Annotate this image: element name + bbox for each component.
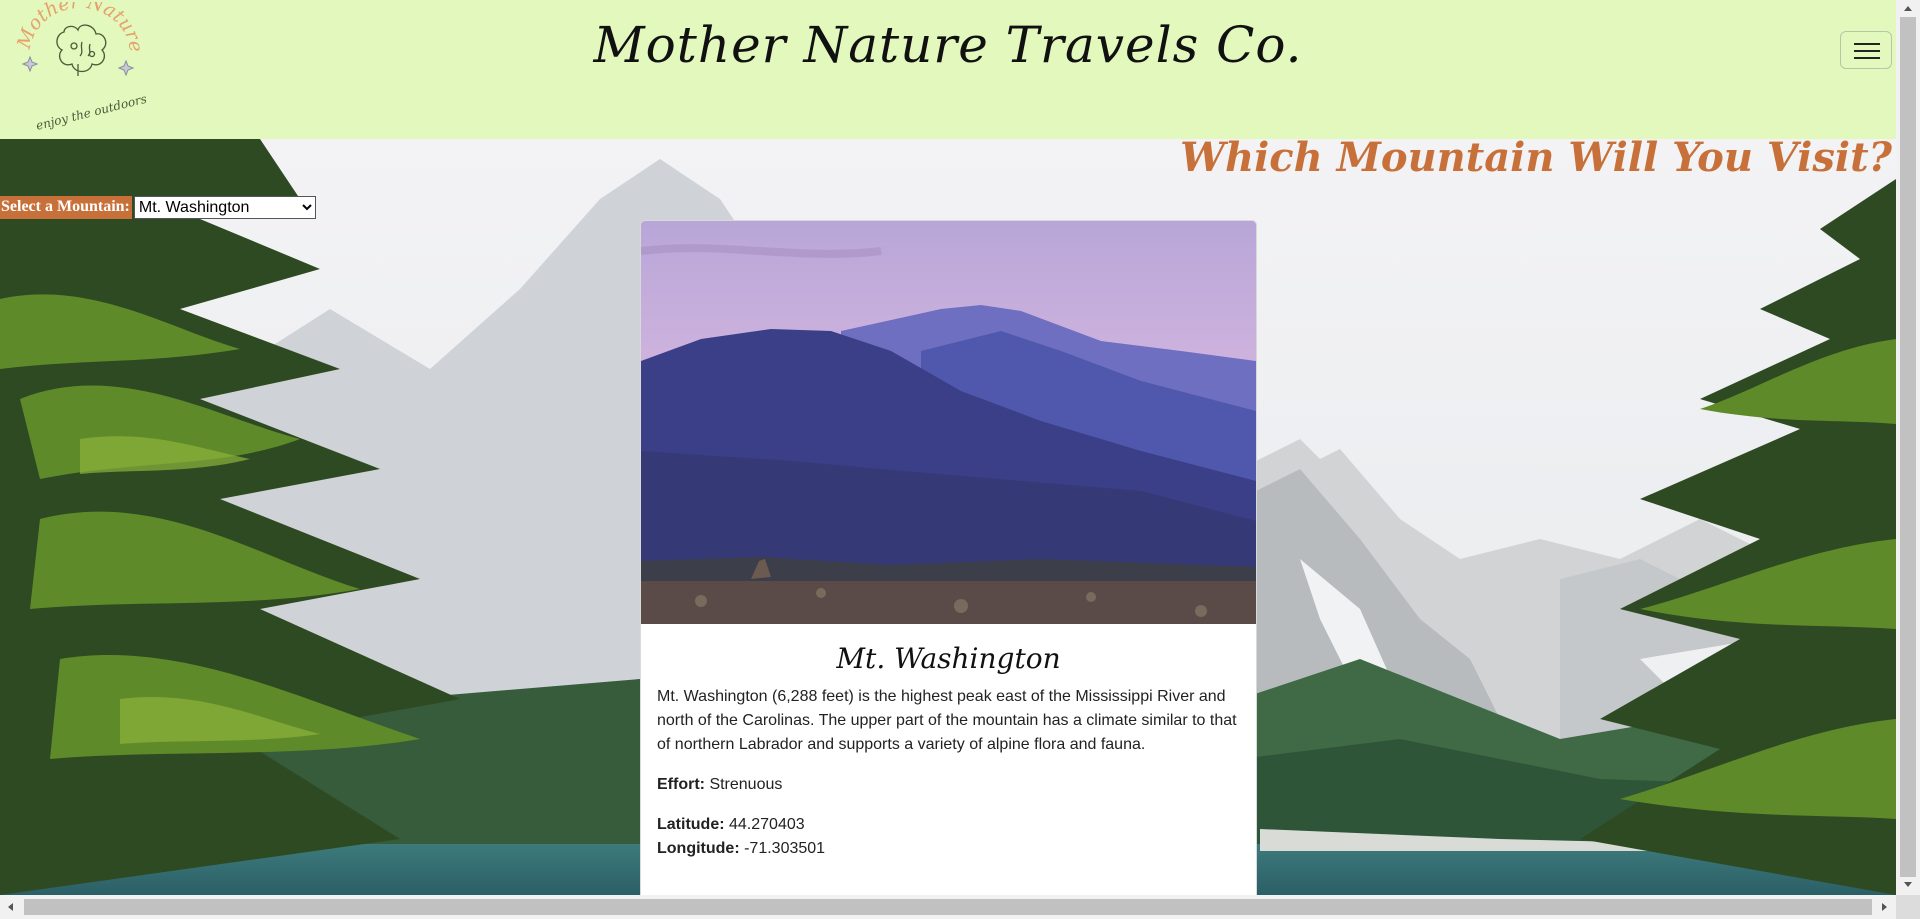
effort-label: Effort:: [657, 776, 705, 793]
scrollbar-corner: [1896, 895, 1920, 919]
latitude-row: Latitude: 44.270403: [657, 813, 1240, 837]
horizontal-scrollbar[interactable]: [0, 895, 1896, 919]
effort-value: Strenuous: [709, 776, 783, 793]
select-mountain-label: Select a Mountain:: [0, 196, 132, 219]
vertical-scrollbar[interactable]: [1896, 0, 1920, 895]
site-title: Mother Nature Travels Co.: [593, 16, 1303, 74]
hamburger-icon: [1854, 43, 1880, 45]
longitude-label: Longitude:: [657, 840, 740, 857]
longitude-row: Longitude: -71.303501: [657, 837, 1240, 861]
longitude-value: -71.303501: [744, 840, 826, 857]
latitude-value: 44.270403: [729, 816, 805, 833]
scroll-up-icon[interactable]: [1904, 6, 1912, 11]
effort-row: Effort: Strenuous: [657, 773, 1240, 797]
scroll-left-icon[interactable]: [8, 903, 13, 911]
page-heading: Which Mountain Will You Visit?: [1180, 134, 1892, 181]
scroll-right-icon[interactable]: [1882, 903, 1887, 911]
mountain-selector: Select a Mountain: Mt. Washington: [0, 196, 316, 219]
card-description: Mt. Washington (6,288 feet) is the highe…: [657, 688, 1237, 753]
hamburger-icon-bar: [1854, 50, 1880, 52]
card-body: Mt. Washington (6,288 feet) is the highe…: [641, 685, 1256, 861]
mountain-card: Mt. Washington Mt. Washington (6,288 fee…: [640, 220, 1257, 912]
card-title: Mt. Washington: [836, 642, 1061, 675]
vertical-scroll-thumb[interactable]: [1900, 17, 1916, 877]
nav-toggle-button[interactable]: [1840, 31, 1892, 69]
mountain-photo: [641, 221, 1256, 624]
site-header: Mother Nature enjoy the outdoors! Mother…: [0, 0, 1896, 139]
horizontal-scroll-thumb[interactable]: [24, 899, 1872, 915]
latitude-label: Latitude:: [657, 816, 725, 833]
hamburger-icon-bar: [1854, 57, 1880, 59]
svg-text:enjoy the outdoors!: enjoy the outdoors!: [35, 91, 146, 130]
scroll-down-icon[interactable]: [1904, 882, 1912, 887]
mountain-select[interactable]: Mt. Washington: [133, 196, 316, 219]
